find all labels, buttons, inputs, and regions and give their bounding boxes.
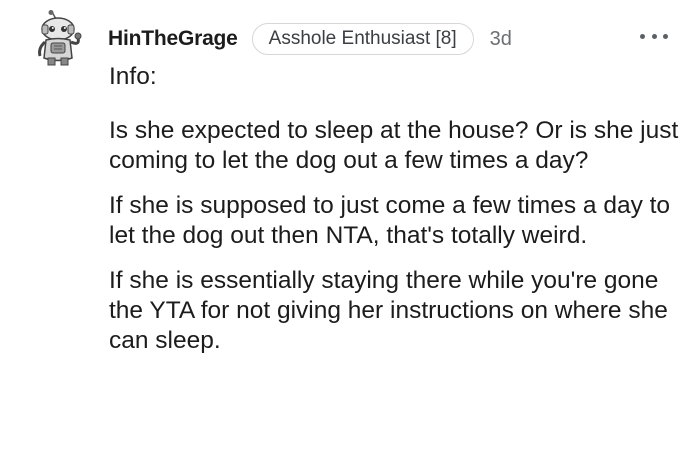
comment-paragraph: If she is essentially staying there whil…	[109, 267, 668, 354]
user-flair: Asshole Enthusiast [8]	[251, 23, 474, 55]
more-options-button[interactable]	[640, 26, 668, 46]
more-options-dot	[651, 33, 657, 39]
comment-paragraph: Info:	[109, 63, 157, 90]
comment-paragraph: If she is supposed to just come a few ti…	[109, 192, 671, 249]
timestamp[interactable]: 3d	[490, 28, 512, 51]
more-options-icon	[640, 33, 645, 39]
comment-header: HinTheGrage Asshole Enthusiast [8] 3d	[108, 22, 512, 56]
snoo-robot-avatar-icon	[38, 10, 82, 66]
comment-body: Info: Is she expected to sleep at the ho…	[109, 62, 689, 371]
more-options-dot	[663, 33, 668, 39]
avatar[interactable]	[36, 10, 84, 66]
comment: HinTheGrage Asshole Enthusiast [8] 3d In…	[0, 0, 700, 460]
username[interactable]: HinTheGrage	[108, 27, 238, 51]
comment-paragraph: Is she expected to sleep at the house? O…	[109, 117, 679, 174]
